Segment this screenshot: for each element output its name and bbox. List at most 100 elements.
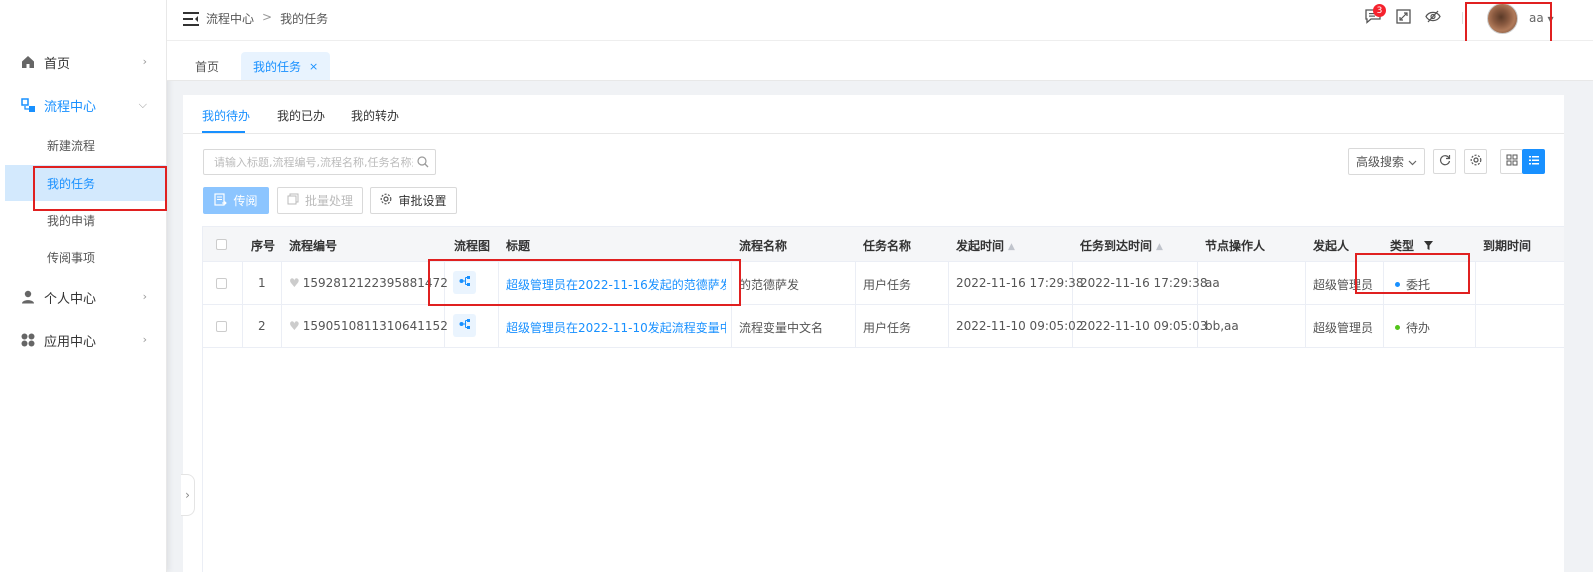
column-header: 序号 bbox=[251, 239, 276, 253]
flowchart-icon bbox=[459, 318, 471, 333]
sidebar-subitem-label: 我的申请 bbox=[47, 213, 96, 228]
column-settings-button[interactable] bbox=[1464, 149, 1487, 174]
sidebar-subitem-my-requests[interactable]: 我的申请 bbox=[5, 202, 167, 238]
chevron-right-icon: › bbox=[142, 290, 147, 303]
column-header-label: 发起时间 bbox=[956, 239, 1005, 253]
chevron-right-icon: › bbox=[142, 55, 147, 68]
batch-process-button[interactable]: 批量处理 bbox=[277, 187, 363, 214]
tab-my-tasks[interactable]: 我的任务 × bbox=[241, 52, 331, 80]
close-icon[interactable]: × bbox=[309, 60, 318, 73]
main-panel: 我的待办 我的已办 我的转办 高级搜索 传阅 批量处理 审批设置 bbox=[183, 95, 1564, 572]
subtab-todo[interactable]: 我的待办 bbox=[202, 107, 250, 124]
refresh-button[interactable] bbox=[1433, 149, 1456, 174]
sidebar-subitem-new-process[interactable]: 新建流程 bbox=[5, 127, 167, 163]
process-icon bbox=[20, 97, 36, 113]
tab-home[interactable]: 首页 bbox=[183, 52, 231, 80]
avatar[interactable] bbox=[1487, 3, 1518, 34]
message-icon[interactable]: 3 bbox=[1365, 4, 1386, 27]
heart-icon[interactable]: ♥ bbox=[289, 276, 300, 290]
breadcrumb: 流程中心 > 我的任务 bbox=[206, 10, 328, 27]
sidebar-subitem-label: 我的任务 bbox=[47, 176, 96, 191]
process-code: ♥ 1590510811310641152 bbox=[289, 319, 448, 333]
sidebar-item-app-center[interactable]: 应用中心 › bbox=[0, 320, 167, 360]
caret-down-icon: ▼ bbox=[1547, 15, 1554, 24]
column-header: 节点操作人 bbox=[1205, 239, 1266, 253]
subtab-active-indicator bbox=[202, 131, 245, 133]
column-header-sortable[interactable]: 任务到达时间 ▲︎ bbox=[1080, 237, 1163, 254]
subtab-done[interactable]: 我的已办 bbox=[277, 107, 325, 124]
column-header-label: 任务到达时间 bbox=[1080, 239, 1153, 253]
sidebar-subitem-label: 新建流程 bbox=[47, 138, 96, 153]
filter-icon[interactable] bbox=[1424, 239, 1434, 253]
column-header-sortable[interactable]: 发起时间 ▲︎ bbox=[956, 237, 1015, 254]
grid-view-button[interactable] bbox=[1500, 149, 1523, 174]
username[interactable]: aa ▼ bbox=[1529, 11, 1554, 25]
sort-icon[interactable]: ▲︎ bbox=[1156, 242, 1163, 252]
sidebar-subitem-label: 传阅事项 bbox=[47, 250, 96, 265]
gear-icon bbox=[1470, 154, 1482, 169]
breadcrumb-item[interactable]: 流程中心 bbox=[206, 10, 254, 27]
initiator: 超级管理员 bbox=[1313, 278, 1374, 292]
subtab-transferred[interactable]: 我的转办 bbox=[351, 107, 399, 124]
flow-diagram-button[interactable] bbox=[453, 271, 476, 294]
select-all-checkbox[interactable] bbox=[216, 239, 227, 250]
sidebar-collapse-handle[interactable]: › bbox=[181, 474, 195, 516]
start-time: 2022-11-16 17:29:38 bbox=[956, 276, 1084, 290]
task-title-link[interactable]: 超级管理员在2022-11-16发起的范德萨发 bbox=[506, 276, 726, 293]
node-operator: bb,aa bbox=[1205, 319, 1239, 333]
sidebar-item-label: 首页 bbox=[44, 56, 71, 72]
search-icon[interactable] bbox=[417, 156, 429, 168]
task-type: 待办 bbox=[1395, 319, 1430, 336]
sidebar-item-personal-center[interactable]: 个人中心 › bbox=[0, 277, 167, 317]
row-index: 1 bbox=[258, 276, 266, 290]
sort-icon[interactable]: ▲︎ bbox=[1008, 242, 1015, 252]
chevron-right-icon: › bbox=[185, 488, 190, 502]
advanced-search-label: 高级搜索 bbox=[1355, 155, 1404, 169]
sidebar-item-label: 流程中心 bbox=[44, 99, 97, 115]
chevron-right-icon: › bbox=[142, 333, 147, 346]
breadcrumb-item: 我的任务 bbox=[280, 12, 329, 26]
table-row[interactable]: 2 ♥ 1590510811310641152 超级管理员在2022-11-10发… bbox=[203, 305, 1564, 348]
task-type: 委托 bbox=[1395, 276, 1430, 293]
heart-icon[interactable]: ♥ bbox=[289, 319, 300, 333]
task-subtabs: 我的待办 我的已办 我的转办 bbox=[183, 95, 1564, 134]
row-checkbox[interactable] bbox=[216, 321, 227, 332]
sidebar-subitem-my-tasks[interactable]: 我的任务 bbox=[5, 165, 167, 201]
column-header-filterable[interactable]: 类型 bbox=[1390, 237, 1434, 254]
sidebar-item-label: 个人中心 bbox=[44, 291, 97, 307]
advanced-search-button[interactable]: 高级搜索 bbox=[1348, 148, 1425, 175]
task-name: 用户任务 bbox=[863, 278, 912, 292]
fullscreen-icon[interactable] bbox=[1396, 9, 1411, 27]
table-row[interactable]: 1 ♥ 1592812122395881472 超级管理员在2022-11-16发… bbox=[203, 262, 1564, 305]
sidebar-subitem-circulated[interactable]: 传阅事项 bbox=[5, 239, 167, 275]
search-input[interactable] bbox=[203, 149, 436, 175]
column-header: 发起人 bbox=[1313, 239, 1350, 253]
column-header: 到期时间 bbox=[1483, 239, 1532, 253]
sidebar-item-process-center[interactable]: 流程中心 ⌵ bbox=[0, 85, 167, 125]
list-view-button[interactable] bbox=[1522, 149, 1545, 174]
row-checkbox[interactable] bbox=[216, 278, 227, 289]
column-header: 任务名称 bbox=[863, 239, 912, 253]
flow-diagram-button[interactable] bbox=[453, 314, 476, 337]
list-icon bbox=[1528, 154, 1540, 169]
eye-off-icon[interactable] bbox=[1425, 9, 1441, 27]
circulate-button[interactable]: 传阅 bbox=[203, 187, 269, 214]
username-text: aa bbox=[1529, 11, 1544, 25]
process-code: ♥ 1592812122395881472 bbox=[289, 276, 448, 290]
status-dot bbox=[1395, 325, 1400, 330]
task-title-link[interactable]: 超级管理员在2022-11-10发起流程变量中... bbox=[506, 319, 726, 336]
message-badge: 3 bbox=[1373, 4, 1386, 17]
gear-icon bbox=[380, 193, 392, 208]
tabbar: 首页 我的任务 × bbox=[167, 41, 1593, 81]
tab-label: 我的任务 bbox=[253, 59, 302, 74]
approval-settings-button[interactable]: 审批设置 bbox=[370, 187, 457, 214]
sidebar: 首页 › 流程中心 ⌵ 新建流程 我的任务 我的申请 传阅事项 个人中心 › 应… bbox=[0, 0, 167, 572]
home-icon bbox=[20, 54, 36, 70]
task-name: 用户任务 bbox=[863, 321, 912, 335]
approval-settings-label: 审批设置 bbox=[398, 194, 447, 208]
process-name: 流程变量中文名 bbox=[739, 321, 824, 335]
sidebar-item-home[interactable]: 首页 › bbox=[0, 42, 167, 82]
menu-fold-icon[interactable] bbox=[183, 12, 199, 26]
column-header-label: 类型 bbox=[1390, 239, 1415, 253]
initiator: 超级管理员 bbox=[1313, 321, 1374, 335]
